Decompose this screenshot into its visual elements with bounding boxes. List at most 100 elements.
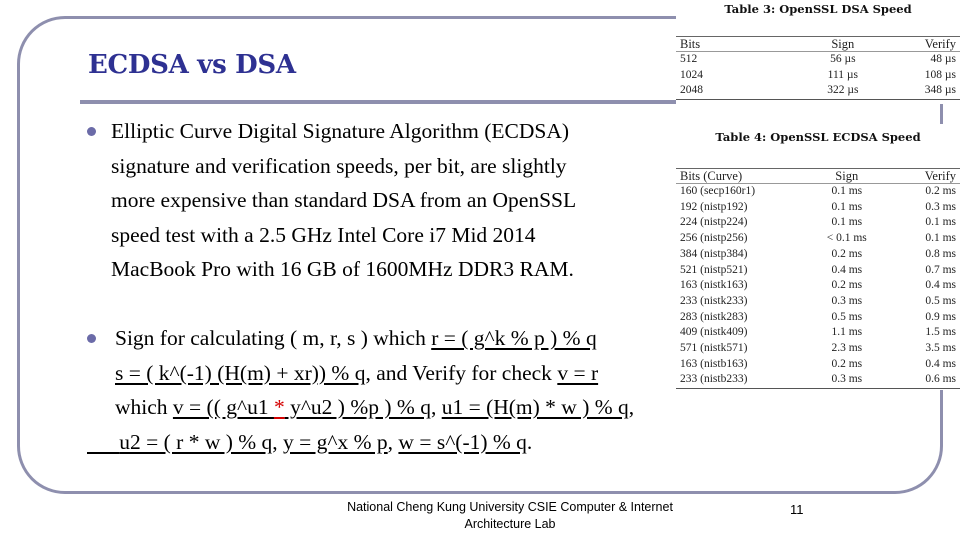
bullet-1-line: signature and verification speeds, per b… (111, 153, 567, 178)
cell-verify: 0.7 ms (925, 263, 956, 276)
cell-bits: 409 (nistk409) (680, 326, 748, 339)
cell-verify: 0.3 ms (925, 200, 956, 213)
dsa-speed-table: Table 3: OpenSSL DSA Speed Bits Sign Ver… (676, 0, 960, 104)
cell-verify: 0.2 ms (925, 185, 956, 197)
cell-bits: 521 (nistp521) (680, 263, 748, 276)
table-row: 163 (nistk163) 0.2 ms 0.4 ms (676, 278, 960, 294)
dsa-table: Bits Sign Verify 512 56 µs 48 µs 1024 111 µs… (676, 36, 960, 100)
slide-footer: National Cheng Kung University CSIE Comp… (300, 499, 720, 533)
table-row: 512 56 µs 48 µs (676, 52, 960, 68)
formula-v-part1: v = (( g^u1 (172, 395, 274, 419)
cell-bits: 233 (nistb233) (680, 373, 748, 386)
table-caption: Table 4: OpenSSL ECDSA Speed (715, 130, 921, 144)
bullet-1-line: MacBook Pro with 16 GB of 1600MHz DDR3 R… (111, 257, 574, 281)
cell-sign: 0.1 ms (831, 185, 863, 197)
cell-verify: 1.5 ms (925, 326, 956, 339)
formula-v-part2: y^u2 ) %p ) % q (284, 395, 431, 419)
cell-verify: 0.8 ms (925, 247, 956, 260)
text-run: , (387, 429, 399, 454)
cell-verify: 48 µs (930, 53, 956, 65)
text-run: , (272, 429, 284, 454)
cell-bits: 160 (secp160r1) (680, 185, 756, 197)
cell-sign: 0.2 ms (831, 279, 863, 292)
cell-sign: 0.2 ms (831, 357, 863, 370)
cell-verify: 0.4 ms (925, 279, 956, 292)
bullet-2-line-1: Sign for calculating ( m, r, s ) which r… (115, 321, 634, 356)
ecdsa-table: Bits (Curve) Sign Verify 160 (secp160r1)… (676, 168, 960, 389)
bullet-1-line: more expensive than standard DSA from an… (111, 188, 577, 212)
cell-sign: 2.3 ms (831, 342, 863, 355)
formula-y: y = g^x % p (283, 429, 388, 454)
cell-verify: 0.9 ms (925, 310, 956, 323)
cell-bits: 571 (nistk571) (680, 342, 748, 355)
formula-s: s = ( k^(-1) (H(m) + xr)) % q (115, 360, 366, 385)
cell-bits: 283 (nistk283) (680, 310, 748, 323)
bullet-icon (87, 127, 96, 136)
text-run: , (430, 395, 442, 419)
cell-verify: 3.5 ms (925, 342, 956, 355)
cell-bits: 512 (680, 53, 698, 65)
bullet-2-line-2: s = ( k^(-1) (H(m) + xr)) % q, and Verif… (115, 356, 634, 391)
table-row: 409 (nistk409) 1.1 ms 1.5 ms (676, 325, 960, 341)
formula-v-eq-r: v = r (557, 360, 599, 385)
cell-sign: 0.1 ms (831, 200, 863, 213)
table-row: 233 (nistk233) 0.3 ms 0.5 ms (676, 294, 960, 310)
cell-bits: 224 (nistp224) (680, 216, 748, 229)
cell-sign: 56 µs (830, 53, 856, 65)
footer-line-1: National Cheng Kung University CSIE Comp… (347, 500, 673, 514)
bullet-1-text: Elliptic Curve Digital Signature Algorit… (111, 114, 576, 287)
cell-bits: 384 (nistp384) (680, 247, 748, 260)
cell-sign: < 0.1 ms (826, 232, 867, 245)
table-header-row: Bits (Curve) Sign Verify (676, 168, 960, 184)
cell-sign: 0.1 ms (831, 216, 863, 229)
cell-sign: 0.3 ms (831, 373, 863, 386)
footer-line-2: Architecture Lab (464, 517, 556, 531)
column-header: Bits (680, 37, 701, 51)
table-row: 571 (nistk571) 2.3 ms 3.5 ms (676, 341, 960, 357)
table-header-row: Bits Sign Verify (676, 36, 960, 52)
bullet-icon (87, 334, 96, 343)
text-run: , (628, 395, 635, 419)
ecdsa-speed-table: Table 4: OpenSSL ECDSA Speed Bits (Curve… (676, 124, 960, 390)
table-caption: Table 3: OpenSSL DSA Speed (724, 2, 912, 16)
text-run: . (526, 429, 533, 454)
table-row: 384 (nistp384) 0.2 ms 0.8 ms (676, 247, 960, 263)
slide-title: ECDSA vs DSA (88, 50, 296, 80)
cell-sign: 0.3 ms (831, 294, 863, 307)
cell-verify: 0.1 ms (925, 232, 956, 245)
text-run: Sign for calculating ( m, r, s ) which (115, 326, 432, 350)
cell-bits: 256 (nistp256) (680, 232, 748, 245)
cell-sign: 0.2 ms (831, 247, 863, 260)
table-row: 283 (nistk283) 0.5 ms 0.9 ms (676, 310, 960, 326)
bullet-2-line-4: u2 = ( r * w ) % q, y = g^x % p, w = s^(… (87, 425, 634, 460)
bullet-2-text: Sign for calculating ( m, r, s ) which r… (115, 321, 634, 459)
table-row: 1024 111 µs 108 µs (676, 68, 960, 84)
cell-sign: 0.5 ms (831, 310, 863, 323)
formula-u2-text: u2 = ( r * w ) % q (119, 429, 273, 454)
formula-u2: u2 = ( r * w ) % q (87, 430, 272, 454)
table-row: 521 (nistp521) 0.4 ms 0.7 ms (676, 263, 960, 279)
table-row: 224 (nistp224) 0.1 ms 0.1 ms (676, 215, 960, 231)
column-header: Sign (835, 169, 859, 183)
formula-r: r = ( g^k % p ) % q (431, 326, 597, 350)
column-header: Verify (924, 169, 956, 183)
table-row: 192 (nistp192) 0.1 ms 0.3 ms (676, 200, 960, 216)
bullet-1-line: speed test with a 2.5 GHz Intel Core i7 … (111, 222, 536, 247)
cell-sign: 322 µs (827, 84, 859, 97)
column-header: Bits (Curve) (680, 169, 743, 183)
cell-bits: 192 (nistp192) (680, 200, 748, 213)
formula-u1: u1 = (H(m) * w ) % q (441, 395, 629, 419)
title-underline-rule (80, 100, 676, 104)
text-run: which (115, 395, 173, 419)
cell-verify: 0.1 ms (925, 216, 956, 229)
cell-verify: 348 µs (924, 84, 956, 97)
table-row: 163 (nistb163) 0.2 ms 0.4 ms (676, 357, 960, 373)
cell-bits: 163 (nistb163) (680, 357, 748, 370)
cell-bits: 163 (nistk163) (680, 279, 748, 292)
cell-sign: 111 µs (827, 68, 859, 81)
column-header: Verify (924, 37, 956, 51)
table-row: 233 (nistb233) 0.3 ms 0.6 ms (676, 372, 960, 389)
cell-bits: 233 (nistk233) (680, 294, 748, 307)
cell-sign: 0.4 ms (831, 263, 863, 276)
cell-bits: 1024 (680, 68, 703, 81)
